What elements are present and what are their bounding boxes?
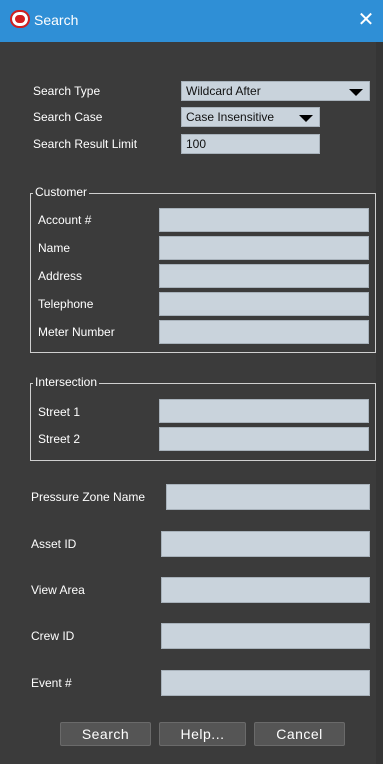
meter-number-label: Meter Number — [38, 325, 115, 339]
search-type-select[interactable]: Wildcard After — [181, 81, 370, 101]
asset-id-input[interactable] — [161, 531, 370, 557]
search-type-label: Search Type — [33, 84, 101, 98]
meter-number-input[interactable] — [159, 320, 369, 344]
close-icon[interactable]: ✕ — [355, 8, 377, 30]
customer-legend: Customer — [33, 185, 90, 199]
cancel-button[interactable]: Cancel — [254, 722, 345, 746]
street1-input[interactable] — [159, 399, 369, 423]
search-case-label: Search Case — [33, 110, 103, 124]
search-case-select[interactable]: Case Insensitive — [181, 107, 320, 127]
street2-label: Street 2 — [38, 432, 81, 446]
window-title: Search — [34, 12, 79, 28]
title-bar: Search ✕ — [0, 0, 383, 42]
crew-id-label: Crew ID — [31, 629, 75, 643]
crew-id-input[interactable] — [161, 623, 370, 649]
address-label: Address — [38, 269, 83, 283]
search-limit-input[interactable]: 100 — [181, 134, 320, 154]
name-input[interactable] — [159, 236, 369, 260]
search-type-value: Wildcard After — [186, 84, 261, 98]
view-area-input[interactable] — [161, 577, 370, 603]
telephone-input[interactable] — [159, 292, 369, 316]
search-case-value: Case Insensitive — [186, 110, 275, 124]
event-label: Event # — [31, 676, 72, 690]
intersection-legend: Intersection — [33, 375, 100, 389]
address-input[interactable] — [159, 264, 369, 288]
app-logo-icon — [10, 10, 30, 28]
asset-id-label: Asset ID — [31, 537, 77, 551]
account-input[interactable] — [159, 208, 369, 232]
event-input[interactable] — [161, 670, 370, 696]
account-label: Account # — [38, 213, 92, 227]
search-button[interactable]: Search — [60, 722, 151, 746]
help-button[interactable]: Help... — [159, 722, 246, 746]
search-limit-label: Search Result Limit — [33, 137, 138, 151]
chevron-down-icon — [299, 115, 313, 122]
chevron-down-icon — [349, 89, 363, 96]
name-label: Name — [38, 241, 71, 255]
street1-label: Street 1 — [38, 405, 81, 419]
pressure-zone-input[interactable] — [166, 484, 370, 510]
window-edge — [376, 42, 383, 764]
view-area-label: View Area — [31, 583, 85, 597]
telephone-label: Telephone — [38, 297, 94, 311]
street2-input[interactable] — [159, 427, 369, 451]
pressure-zone-label: Pressure Zone Name — [31, 490, 146, 504]
